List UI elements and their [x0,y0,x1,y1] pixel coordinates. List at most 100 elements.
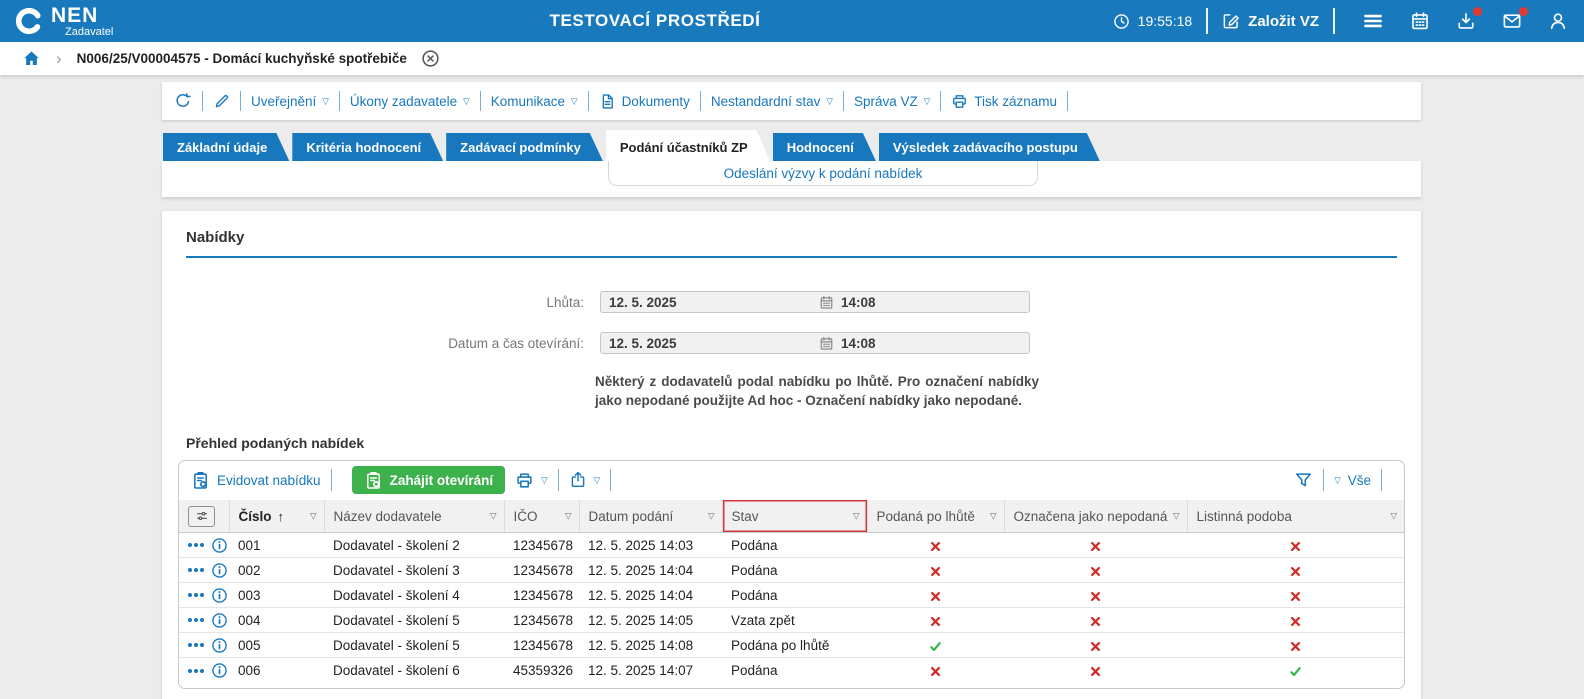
cross-icon [930,666,941,676]
column-header-cislo[interactable]: Číslo ↑ ▽ [228,499,324,534]
filter-dropdown-icon[interactable]: ▽ [853,511,860,522]
tab-dropdown-panel: Odeslání výzvy k podání nabídek [608,161,1038,186]
filter-dropdown-icon[interactable]: ▽ [565,511,572,522]
row-info-button[interactable] [211,537,228,554]
tab-zakladni-udaje[interactable]: Základní údaje [163,133,289,161]
cell-nazev: Dodavatel - školení 3 [324,557,504,584]
tab-kriteria-hodnoceni[interactable]: Kritéria hodnocení [292,133,443,161]
share-icon [571,472,585,488]
row-menu-button[interactable] [188,618,204,623]
cell-oznacena-jako-nepodana [1004,658,1187,683]
filter-dropdown-icon[interactable]: ▽ [310,511,317,522]
record-toolbar: Uveřejnění ▽ Úkony zadavatele ▽ Komunikace ▽ D… [162,82,1421,120]
table-row: 001 Dodavatel - školení 2 12345678 12. 5. 2… [179,532,1404,559]
row-actions-cell [179,532,229,559]
row-info-button[interactable] [211,637,228,654]
tab-hodnoceni[interactable]: Hodnocení [773,133,876,161]
calendar-icon [1410,11,1430,31]
toolbar-item-dokumenty[interactable]: Dokumenty [599,93,690,110]
filter-dropdown-icon[interactable]: ▽ [990,511,997,522]
toolbar-item-komunikace[interactable]: Komunikace ▽ [491,94,578,109]
breadcrumb: › N006/25/V00004575 - Domácí kuchyňské s… [0,42,1584,75]
home-button[interactable] [22,49,41,68]
column-header-datum-podani[interactable]: Datum podání ▽ [578,499,722,534]
row-menu-button[interactable] [188,643,204,648]
check-icon [930,641,941,651]
toolbar-item-sprava-vz[interactable]: Správa VZ ▽ [854,94,930,109]
send-call-link[interactable]: Odeslání výzvy k podání nabídek [724,166,923,181]
view-all-dropdown[interactable]: ▽ Vše [1334,473,1371,488]
toolbar-divider [699,91,701,111]
close-record-button[interactable] [421,49,440,68]
field-row-datum-a-cas-otevirani: Datum a čas otevírání: 12. 5. 2025 14:08 [178,332,1405,354]
cell-listinna-podoba [1187,658,1404,683]
register-offer-button[interactable]: Evidovat nabídku [191,471,321,490]
tab-vysledek-zadavaciho-postupu[interactable]: Výsledek zadávacího postupu [879,133,1100,161]
row-menu-button[interactable] [188,543,204,548]
toolbar-item-uverejneni[interactable]: Uveřejnění ▽ [251,94,329,109]
chevron-down-icon: ▽ [322,95,329,106]
profile-button[interactable] [1548,11,1568,31]
datetime-input-lhuta[interactable]: 12. 5. 2025 14:08 [600,291,1030,313]
column-header-podana-po-lhute[interactable]: Podaná po lhůtě ▽ [866,499,1004,534]
cross-icon [1290,616,1301,626]
column-header-ico[interactable]: IČO ▽ [503,499,579,534]
cell-cislo: 001 [229,532,324,559]
column-header-listinna-podoba[interactable]: Listinná podoba ▽ [1186,499,1404,534]
clock-icon [1113,13,1129,29]
cell-stav: Podána [731,663,778,679]
column-header-oznacena-jako-nepodana[interactable]: Označena jako nepodaná ▽ [1003,499,1187,534]
cell-nazev: Dodavatel - školení 6 [333,663,460,679]
toolbar-item-nestandardni-stav[interactable]: Nestandardní stav ▽ [711,94,833,109]
toolbar-item-tisk-zaznamu[interactable]: Tisk záznamu [951,93,1057,110]
column-header-stav[interactable]: Stav ▽ [721,499,867,534]
calendar-icon [819,336,834,351]
field-row-lhuta: Lhůta: 12. 5. 2025 14:08 [178,291,1405,313]
column-header-nazev-dodavatele[interactable]: Název dodavatele ▽ [323,499,504,534]
server-time: 19:55:18 [1113,13,1192,30]
info-icon [212,538,227,553]
nen-logo[interactable]: NEN Zadavatel [0,5,113,38]
print-button[interactable]: ▽ [515,471,548,490]
downloads-button[interactable] [1456,7,1482,31]
filter-dropdown-icon[interactable]: ▽ [708,511,715,522]
cell-listinna-podoba [1187,607,1404,634]
export-button[interactable]: ▽ [569,471,600,489]
cell-datum: 12. 5. 2025 14:03 [579,532,722,559]
info-icon [212,638,227,653]
row-info-button[interactable] [211,587,228,604]
filter-dropdown-icon[interactable]: ▽ [1390,511,1397,522]
person-icon [1550,13,1566,30]
calendar-button[interactable] [1410,11,1430,31]
row-info-button[interactable] [211,562,228,579]
messages-button[interactable] [1502,7,1528,31]
cross-icon [1290,591,1301,601]
row-menu-button[interactable] [188,593,204,598]
filter-dropdown-icon[interactable]: ▽ [1173,511,1180,522]
start-opening-button[interactable]: Zahájit otevírání [351,466,506,495]
main-menu-button[interactable] [1362,10,1384,32]
filter-dropdown-icon[interactable]: ▽ [490,511,497,522]
cross-icon [1090,666,1101,676]
create-vz-button[interactable]: Založit VZ [1222,12,1319,30]
cell-oznacena-jako-nepodana [1004,607,1187,634]
toolbar-divider [338,91,340,111]
topbar-divider [1206,8,1209,34]
toolbar-item-ukony-zadavatele[interactable]: Úkony zadavatele ▽ [350,94,470,109]
edit-record-button[interactable] [213,93,230,110]
row-info-button[interactable] [211,662,228,679]
row-info-button[interactable] [211,612,228,629]
row-menu-button[interactable] [188,568,204,573]
info-icon [212,663,227,678]
history-button[interactable] [174,92,192,110]
edit-square-icon [1223,14,1239,29]
chevron-down-icon: ▽ [463,95,470,106]
column-settings-button[interactable] [188,505,215,527]
tab-podani-ucastniku-zp[interactable]: Podání účastníků ZP [606,130,770,161]
datetime-input-datum-a-cas-otevirani[interactable]: 12. 5. 2025 14:08 [600,332,1030,354]
chevron-down-icon: ▽ [571,95,578,106]
info-icon [212,613,227,628]
tab-zadavaci-podminky[interactable]: Zadávací podmínky [446,133,603,161]
breadcrumb-item[interactable]: N006/25/V00004575 - Domácí kuchyňské spo… [77,51,407,66]
filter-button[interactable] [1294,471,1313,490]
